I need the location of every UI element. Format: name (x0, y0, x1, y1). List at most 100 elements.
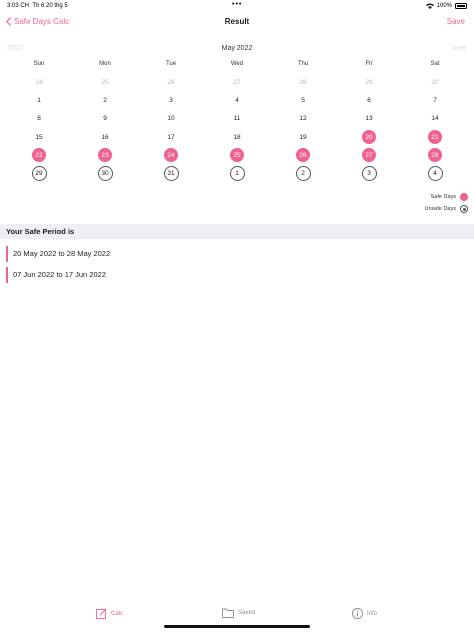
calendar-day-number: 20 (362, 130, 376, 145)
calendar-day[interactable]: 25 (72, 73, 138, 91)
calendar-day[interactable]: 3 (138, 91, 204, 109)
calendar-day[interactable]: 12 (270, 110, 336, 128)
month-header: 2022 May 2022 June (0, 45, 474, 57)
calendar-day-number: 24 (164, 148, 178, 163)
save-button[interactable]: Save (447, 17, 465, 26)
tab-calc-label: Calc (111, 610, 124, 617)
calendar-day-number: 4 (427, 166, 443, 182)
calendar-day[interactable]: 27 (204, 73, 270, 91)
section-header: Your Safe Period is (0, 224, 474, 239)
info-icon (352, 608, 363, 619)
calendar-day-number: 9 (103, 115, 107, 123)
calendar-day-number: 24 (35, 78, 43, 86)
calendar-day[interactable]: 8 (6, 110, 72, 128)
calendar-day-number: 26 (296, 148, 310, 163)
calendar-day-number: 21 (428, 130, 442, 145)
calendar-day[interactable]: 30 (402, 73, 468, 91)
next-month-button[interactable]: June (451, 45, 466, 52)
calendar-day-number: 10 (167, 115, 175, 123)
weekday-label: Wed (230, 61, 244, 67)
calendar-day[interactable]: 11 (204, 110, 270, 128)
calendar-day[interactable]: 10 (138, 110, 204, 128)
calendar-day-number: 28 (428, 148, 442, 163)
edit-icon (96, 608, 107, 619)
calendar-day[interactable]: 5 (270, 91, 336, 109)
calendar-day[interactable]: 16 (72, 128, 138, 146)
calendar-day[interactable]: 1 (204, 164, 270, 182)
weekday-label: Tue (165, 61, 177, 67)
weekday-label: Mon (99, 61, 111, 67)
tab-saved-label: Saved (238, 610, 256, 616)
home-indicator[interactable] (164, 625, 310, 628)
status-time: 3:03 CH Th 6 20 thg 5 (7, 3, 68, 9)
unsafe-day-dot-icon (460, 205, 468, 213)
calendar-day-number: 27 (233, 78, 241, 86)
calendar-day[interactable]: 14 (402, 110, 468, 128)
safe-period-item: 07 Jun 2022 to 17 Jun 2022 (6, 267, 106, 283)
legend-safe-label: Safe Days (430, 194, 456, 200)
calendar-day[interactable]: 7 (402, 91, 468, 109)
calendar-day-number: 22 (32, 148, 46, 163)
calendar-day[interactable]: 24 (6, 73, 72, 91)
calendar-day[interactable]: 2 (270, 164, 336, 182)
safe-day-dot-icon (460, 193, 468, 201)
calendar-day[interactable]: 3 (336, 164, 402, 182)
tab-info[interactable]: Info (352, 608, 377, 619)
calendar-day[interactable]: 28 (270, 73, 336, 91)
calendar-day[interactable]: 22 (6, 146, 72, 164)
calendar-day[interactable]: 13 (336, 110, 402, 128)
calendar-day-number: 25 (101, 78, 109, 86)
calendar-day[interactable]: 23 (72, 146, 138, 164)
calendar-day[interactable]: 31 (138, 164, 204, 182)
calendar-day[interactable]: 27 (336, 146, 402, 164)
calendar-day-number: 1 (229, 166, 245, 182)
calendar-day-number: 2 (295, 166, 311, 182)
status-right: 100% (425, 3, 467, 9)
calendar-day[interactable]: 9 (72, 110, 138, 128)
calendar-day[interactable]: 24 (138, 146, 204, 164)
weekday-header: Sun Mon Tue Wed Thu Fri Sat (6, 61, 468, 67)
calendar-day[interactable]: 2 (72, 91, 138, 109)
calendar-day[interactable]: 29 (6, 164, 72, 182)
calendar-day-number: 29 (31, 166, 47, 182)
weekday-label: Sat (430, 61, 440, 67)
calendar-day[interactable]: 6 (336, 91, 402, 109)
calendar-day[interactable]: 1 (6, 91, 72, 109)
wifi-icon (425, 3, 434, 9)
calendar-day-number: 1 (37, 96, 41, 104)
tab-saved[interactable]: Saved (222, 608, 255, 618)
tab-calc[interactable]: Calc (96, 608, 123, 619)
calendar-day-number: 27 (362, 148, 376, 163)
multitasking-dots-icon[interactable]: ••• (232, 1, 242, 8)
calendar-day[interactable]: 17 (138, 128, 204, 146)
calendar-day-number: 16 (101, 133, 109, 141)
calendar-day-number: 25 (230, 148, 244, 163)
calendar-day-number: 12 (299, 115, 307, 123)
calendar-day[interactable]: 26 (270, 146, 336, 164)
page-title: Result (224, 17, 250, 26)
calendar-day[interactable]: 26 (138, 73, 204, 91)
calendar-day[interactable]: 4 (402, 164, 468, 182)
calendar-day[interactable]: 21 (402, 128, 468, 146)
calendar-day[interactable]: 4 (204, 91, 270, 109)
calendar-day[interactable]: 18 (204, 128, 270, 146)
safe-period-item: 20 May 2022 to 28 May 2022 (6, 246, 110, 262)
calendar-day[interactable]: 19 (270, 128, 336, 146)
calendar-grid: 24 25 26 27 28 29 30 1 2 3 4 5 6 7 8 9 10 11 12 13 14 15 16 17 1… (6, 73, 468, 183)
calendar-day[interactable]: 30 (72, 164, 138, 182)
tab-info-label: Info (367, 610, 378, 617)
calendar-day-number: 11 (233, 115, 241, 123)
calendar-day[interactable]: 28 (402, 146, 468, 164)
calendar-day-number: 30 (431, 78, 439, 86)
calendar-day[interactable]: 15 (6, 128, 72, 146)
calendar-day[interactable]: 25 (204, 146, 270, 164)
calendar-day-number: 15 (35, 133, 43, 141)
calendar-day[interactable]: 29 (336, 73, 402, 91)
calendar-day-number: 13 (365, 115, 373, 123)
calendar-day-number: 30 (97, 166, 113, 182)
tab-bar: Calc Saved Info (0, 600, 474, 632)
calendar-day[interactable]: 20 (336, 128, 402, 146)
calendar-day-number: 2 (103, 96, 107, 104)
calendar-day-number: 29 (365, 78, 373, 86)
calendar-day-number: 8 (37, 115, 41, 123)
